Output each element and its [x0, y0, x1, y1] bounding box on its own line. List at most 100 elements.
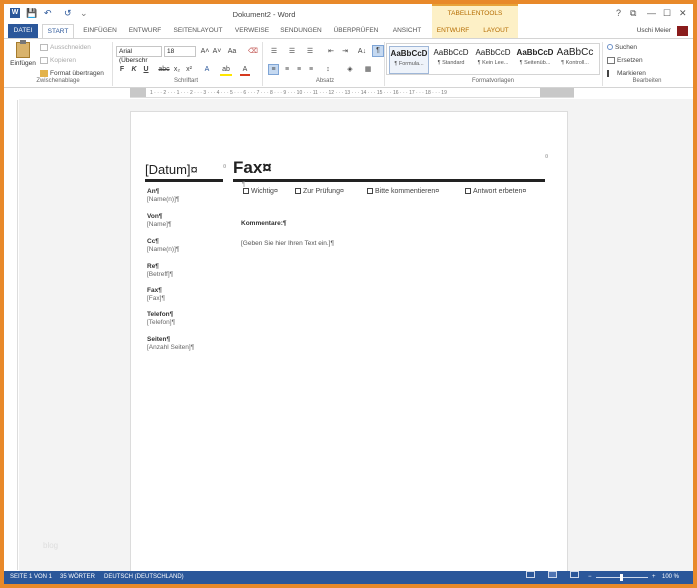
fax-title[interactable]: Fax¤: [233, 158, 272, 178]
style-formula[interactable]: AaBbCcD ¶ Formula...: [389, 46, 429, 74]
horizontal-ruler[interactable]: 1 · · · 2 · · · 1 · · · 2 · · · 3 · · · …: [130, 88, 574, 98]
align-right-button[interactable]: ≡: [294, 65, 304, 74]
user-name[interactable]: Uschi Meier: [637, 27, 671, 34]
font-name-combo[interactable]: Arial (Überschr: [116, 46, 162, 64]
underline-button[interactable]: U: [142, 65, 150, 74]
tab-einfuegen[interactable]: EINFÜGEN: [80, 24, 120, 38]
zoom-in-button[interactable]: +: [652, 571, 656, 584]
language-status[interactable]: DEUTSCH (DEUTSCHLAND): [104, 571, 184, 584]
date-placeholder[interactable]: [Datum]¤: [145, 162, 198, 177]
align-left-button[interactable]: ≡: [268, 64, 279, 75]
read-mode-icon[interactable]: [526, 571, 535, 578]
close-button[interactable]: ✕: [679, 8, 687, 18]
zoom-level[interactable]: 100 %: [662, 571, 679, 584]
bullets-button[interactable]: ☰: [268, 47, 280, 56]
document-area[interactable]: [Datum]¤ Fax¤ ¤ ¤ ¶ An¶ [Name(n)]¶ Von¶ [N…: [19, 99, 693, 571]
superscript-button[interactable]: x²: [184, 65, 194, 74]
field-telefon[interactable]: Telefon¶ [Telefon]¶: [147, 311, 175, 327]
zoom-slider-thumb[interactable]: [620, 574, 623, 581]
ruler-left-margin: [130, 88, 146, 97]
subscript-button[interactable]: x₂: [172, 65, 182, 74]
borders-button[interactable]: ▦: [362, 65, 374, 74]
field-von[interactable]: Von¶ [Name]¶: [147, 213, 171, 229]
font-color-button[interactable]: A: [240, 65, 250, 76]
tab-tabellen-entwurf[interactable]: ENTWURF: [432, 24, 474, 38]
web-layout-icon[interactable]: [570, 571, 579, 578]
multilevel-list-button[interactable]: ☰: [304, 47, 316, 56]
numbering-button[interactable]: ☰: [286, 47, 298, 56]
maximize-button[interactable]: ☐: [663, 8, 671, 18]
text-effects-button[interactable]: A: [202, 65, 212, 74]
style-standard[interactable]: AaBbCcD ¶ Standard: [431, 46, 471, 74]
cell-end-mark: ¤: [223, 164, 227, 170]
tab-start[interactable]: START: [42, 24, 74, 38]
sort-button[interactable]: A↓: [356, 47, 368, 56]
tab-verweise[interactable]: VERWEISE: [232, 24, 272, 38]
tab-tabellen-layout[interactable]: LAYOUT: [474, 24, 518, 38]
decrease-indent-button[interactable]: ⇤: [326, 47, 336, 56]
fax-underline: [233, 179, 545, 182]
date-underline: [145, 179, 223, 182]
ruler-scale: 1 · · · 2 · · · 1 · · · 2 · · · 3 · · · …: [150, 90, 447, 96]
tab-datei[interactable]: DATEI: [8, 24, 38, 38]
change-case-button[interactable]: Aa: [225, 47, 239, 56]
font-size-combo[interactable]: 18: [164, 46, 196, 57]
group-label-styles: Formatvorlagen: [471, 78, 515, 84]
checkbox-antwort-erbeten[interactable]: Antwort erbeten¤: [465, 188, 526, 195]
grow-font-button[interactable]: A˄: [200, 47, 210, 56]
help-button[interactable]: ?: [616, 8, 621, 18]
tab-ansicht[interactable]: ANSICHT: [388, 24, 426, 38]
tab-sendungen[interactable]: SENDUNGEN: [278, 24, 324, 38]
minimize-button[interactable]: —: [647, 8, 656, 18]
find-button[interactable]: Suchen: [607, 44, 637, 52]
print-layout-icon[interactable]: [548, 571, 557, 578]
copy-button[interactable]: Kopieren: [40, 57, 76, 65]
clear-formatting-button[interactable]: ⌫: [248, 47, 258, 56]
paste-button[interactable]: Einfügen: [10, 40, 36, 78]
vertical-ruler[interactable]: [8, 100, 18, 570]
tab-ueberpruefen[interactable]: ÜBERPRÜFEN: [330, 24, 382, 38]
style-kontrollkaestchen[interactable]: AaBbCc ¶ Kontroll...: [555, 46, 595, 74]
center-button[interactable]: ≡: [282, 65, 292, 74]
avatar[interactable]: [676, 25, 689, 37]
document-page[interactable]: [Datum]¤ Fax¤ ¤ ¤ ¶ An¶ [Name(n)]¶ Von¶ [N…: [130, 111, 568, 571]
format-painter-button[interactable]: Format übertragen: [40, 70, 104, 78]
checkbox-zur-pruefung[interactable]: Zur Prüfung¤: [295, 188, 344, 195]
field-cc[interactable]: Cc¶ [Name(n)]¶: [147, 238, 179, 254]
shrink-font-button[interactable]: A˅: [212, 47, 222, 56]
ribbon-display-button[interactable]: ⧉: [630, 8, 636, 18]
tab-seitenlayout[interactable]: SEITENLAYOUT: [170, 24, 226, 38]
italic-button[interactable]: K: [130, 65, 138, 74]
checkbox-bitte-kommentieren[interactable]: Bitte kommentieren¤: [367, 188, 439, 195]
checkbox-icon: [243, 188, 249, 195]
justify-button[interactable]: ≡: [306, 65, 316, 74]
show-formatting-marks-button[interactable]: ¶: [372, 45, 384, 57]
zoom-out-button[interactable]: −: [588, 571, 592, 584]
page-count-status[interactable]: SEITE 1 VON 1: [10, 571, 52, 584]
style-kein-leerraum[interactable]: AaBbCcD ¶ Kein Lee...: [473, 46, 513, 74]
line-spacing-button[interactable]: ↕: [322, 65, 334, 74]
strikethrough-button[interactable]: abc: [158, 65, 170, 74]
style-seitenueberschrift[interactable]: AaBbCcD ¶ Seitenüb...: [515, 46, 555, 74]
group-label-paragraph: Absatz: [315, 78, 335, 84]
group-label-clipboard: Zwischenablage: [36, 78, 80, 84]
paste-label: Einfügen: [10, 60, 36, 67]
highlight-color-button[interactable]: ab: [220, 65, 232, 76]
field-seiten[interactable]: Seiten¶ [Anzahl Seiten]¶: [147, 336, 194, 352]
tab-entwurf[interactable]: ENTWURF: [126, 24, 164, 38]
bold-button[interactable]: F: [118, 65, 126, 74]
ribbon-tabs: DATEI START EINFÜGEN ENTWURF SEITENLAYOU…: [4, 24, 693, 38]
word-count-status[interactable]: 35 WÖRTER: [60, 571, 95, 584]
shading-button[interactable]: ◈: [344, 65, 356, 74]
increase-indent-button[interactable]: ⇥: [340, 47, 350, 56]
checkbox-icon: [367, 188, 373, 195]
cut-button[interactable]: Ausschneiden: [40, 44, 91, 52]
group-divider: [602, 42, 603, 86]
replace-button[interactable]: Ersetzen: [607, 57, 643, 65]
checkbox-wichtig[interactable]: Wichtig¤: [243, 188, 278, 195]
field-re[interactable]: Re¶ [Betreff]¶: [147, 263, 173, 279]
comments-text-placeholder[interactable]: [Geben Sie hier Ihren Text ein.]¶: [241, 240, 334, 247]
field-an[interactable]: An¶ [Name(n)]¶: [147, 188, 179, 204]
field-fax[interactable]: Fax¶ [Fax]¶: [147, 287, 165, 303]
select-button[interactable]: Markieren: [607, 70, 646, 78]
